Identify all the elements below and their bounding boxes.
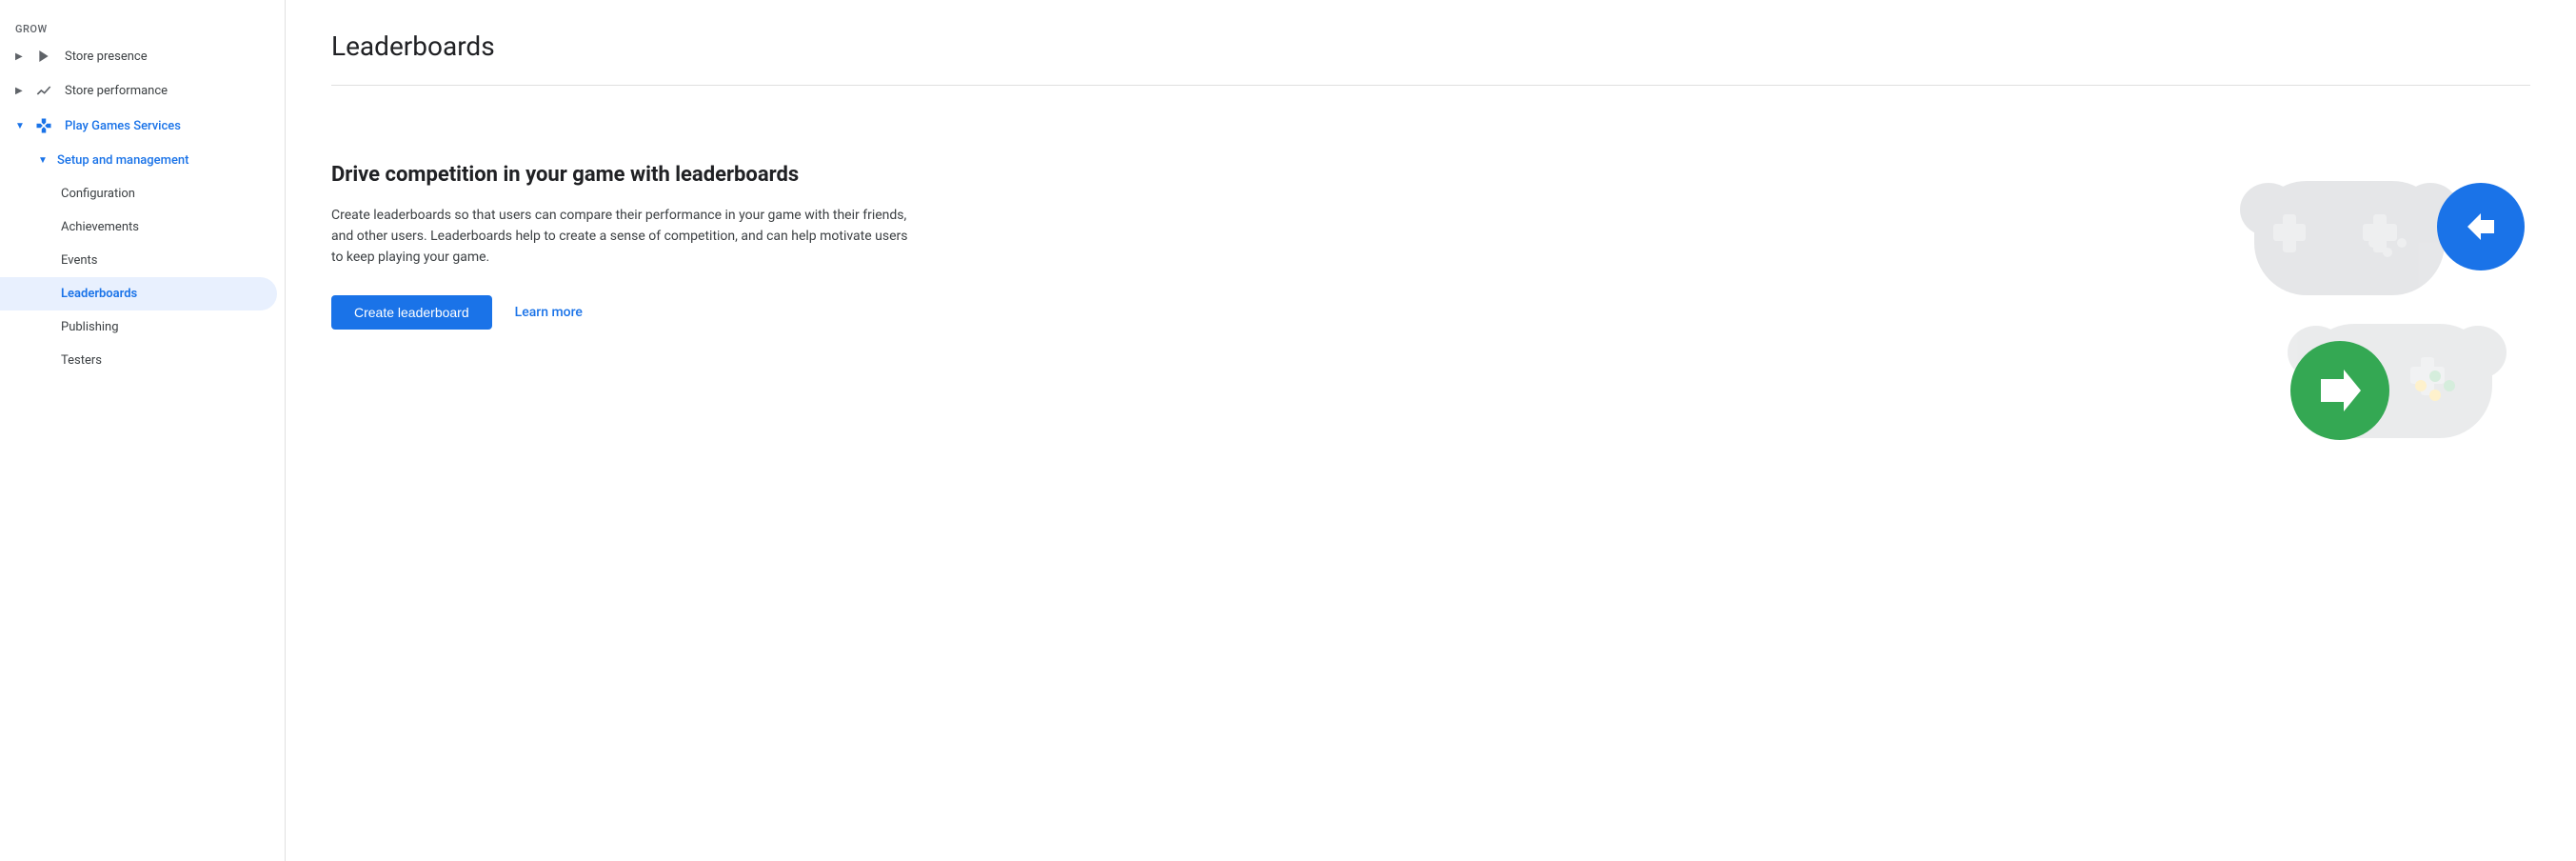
sidebar-item-label: Play Games Services [65, 119, 181, 133]
sidebar-item-label: Store performance [65, 84, 168, 98]
sidebar-item-label: Leaderboards [61, 287, 137, 301]
sidebar-item-play-games-services[interactable]: ▼ Play Games Services [0, 108, 277, 144]
sidebar-item-store-presence[interactable]: ▶ Store presence [0, 39, 277, 73]
chevron-down-icon: ▼ [38, 155, 50, 166]
sidebar-item-label: Store presence [65, 50, 148, 64]
content-area: Drive competition in your game with lead… [331, 162, 2530, 486]
main-content: Leaderboards Drive competition in your g… [286, 0, 2576, 861]
page-title: Leaderboards [331, 30, 2530, 62]
sidebar: Grow ▶ Store presence ▶ Store performanc… [0, 0, 286, 861]
sidebar-item-label: Testers [61, 353, 102, 368]
text-section: Drive competition in your game with lead… [331, 162, 921, 330]
promo-title: Drive competition in your game with lead… [331, 162, 921, 190]
sidebar-grow-label: Grow [0, 15, 285, 39]
divider [331, 85, 2530, 86]
sidebar-item-setup-management[interactable]: ▼ Setup and management [0, 144, 277, 177]
sidebar-item-store-performance[interactable]: ▶ Store performance [0, 73, 277, 108]
sidebar-item-events[interactable]: Events [0, 244, 277, 277]
chevron-down-icon: ▼ [15, 121, 27, 131]
learn-more-link[interactable]: Learn more [515, 305, 583, 320]
games-illustration [2226, 162, 2530, 486]
sidebar-item-leaderboards[interactable]: Leaderboards [0, 277, 277, 310]
sidebar-item-testers[interactable]: Testers [0, 344, 277, 377]
sidebar-item-label: Publishing [61, 320, 119, 334]
sidebar-item-label: Setup and management [57, 153, 189, 168]
sidebar-item-publishing[interactable]: Publishing [0, 310, 277, 344]
chevron-right-icon: ▶ [15, 51, 27, 62]
gamepad-icon [34, 117, 53, 134]
sidebar-item-configuration[interactable]: Configuration [0, 177, 277, 210]
illustration [2226, 162, 2530, 486]
chevron-right-icon: ▶ [15, 86, 27, 96]
play-triangle-icon [34, 49, 53, 64]
button-row: Create leaderboard Learn more [331, 295, 921, 330]
create-leaderboard-button[interactable]: Create leaderboard [331, 295, 492, 330]
trending-up-icon [34, 83, 53, 98]
sidebar-item-label: Events [61, 253, 97, 268]
sidebar-item-label: Achievements [61, 220, 139, 234]
sidebar-item-label: Configuration [61, 187, 135, 201]
promo-description: Create leaderboards so that users can co… [331, 205, 921, 269]
sidebar-item-achievements[interactable]: Achievements [0, 210, 277, 244]
